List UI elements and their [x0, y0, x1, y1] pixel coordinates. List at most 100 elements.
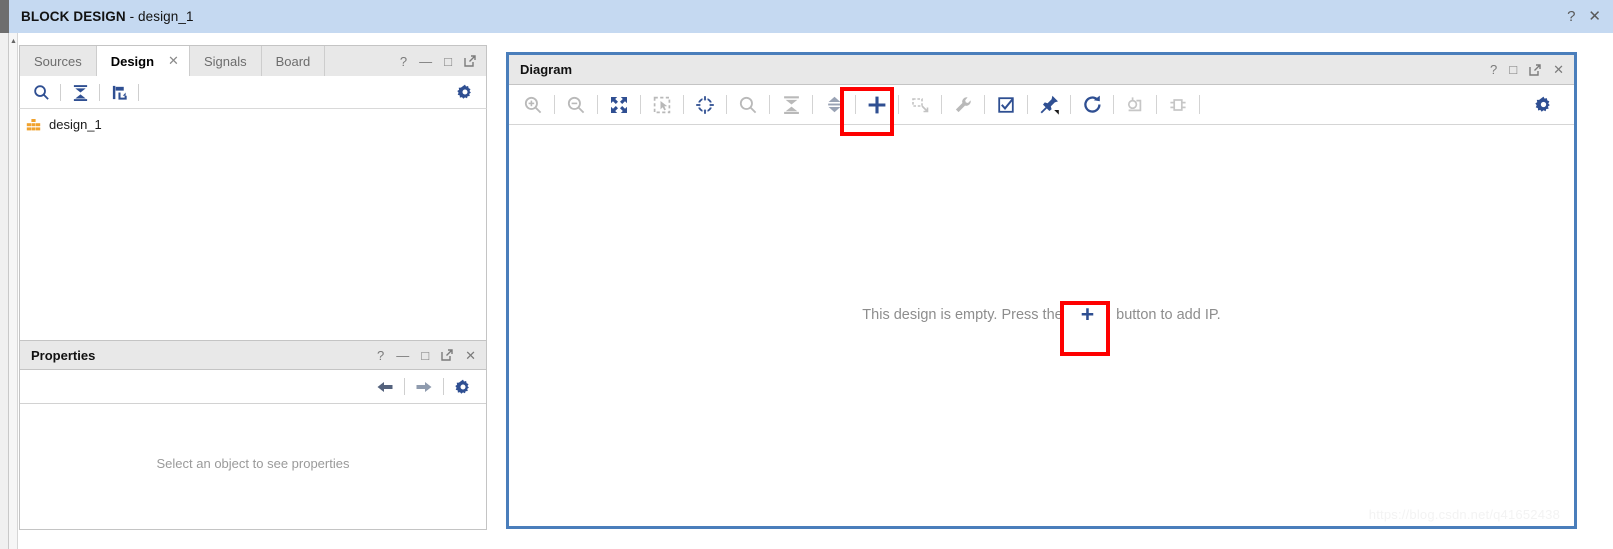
search-icon[interactable]: [732, 91, 764, 119]
left-panel-window-controls: ? — □: [390, 46, 486, 76]
window-controls: ? ✕: [1567, 9, 1601, 24]
tab-sources-label: Sources: [34, 53, 82, 69]
toolbar-separator: [726, 95, 727, 114]
collapse-all-icon[interactable]: [775, 91, 807, 119]
close-icon[interactable]: ✕: [1553, 63, 1564, 76]
page-title: BLOCK DESIGN - design_1: [21, 9, 194, 24]
float-icon[interactable]: [1529, 63, 1541, 76]
tab-design-close-icon[interactable]: ✕: [160, 46, 190, 76]
properties-toolbar: [20, 370, 486, 404]
expand-hierarchy-icon[interactable]: [106, 80, 132, 104]
toolbar-separator: [443, 378, 444, 395]
close-icon[interactable]: ✕: [465, 349, 476, 362]
clock-wizard-icon[interactable]: [1119, 91, 1151, 119]
add-ip-icon[interactable]: [861, 91, 893, 119]
diagram-canvas[interactable]: This design is empty. Press the + button t…: [509, 125, 1574, 526]
toolbar-separator: [1113, 95, 1114, 114]
add-module-icon[interactable]: [904, 91, 936, 119]
help-icon[interactable]: ?: [1490, 63, 1497, 76]
help-icon[interactable]: ?: [1567, 9, 1575, 24]
block-design-icon: [26, 118, 41, 131]
toolbar-separator: [683, 95, 684, 114]
empty-design-message: This design is empty. Press the + button t…: [862, 301, 1221, 327]
minimize-icon[interactable]: —: [419, 54, 432, 69]
left-rail-gutter[interactable]: [9, 33, 18, 549]
gear-icon[interactable]: [452, 80, 478, 104]
empty-message-before: This design is empty. Press the: [862, 307, 1063, 323]
zoom-area-icon[interactable]: [646, 91, 678, 119]
zoom-in-icon[interactable]: [517, 91, 549, 119]
properties-empty-message: Select an object to see properties: [156, 456, 350, 471]
settings-wrench-icon[interactable]: [947, 91, 979, 119]
properties-panel-title: Properties: [31, 347, 96, 363]
arrow-left-icon[interactable]: [372, 375, 398, 399]
toolbar-separator: [984, 95, 985, 114]
page-title-sub: - design_1: [125, 9, 194, 24]
close-icon[interactable]: ✕: [1588, 9, 1601, 24]
gear-icon[interactable]: [450, 375, 476, 399]
watermark-text: https://blog.csdn.net/q41652438: [1368, 507, 1560, 522]
collapse-all-icon[interactable]: [67, 80, 93, 104]
properties-window-controls: ? — □ ✕: [377, 349, 476, 362]
diagram-panel-title: Diagram: [520, 62, 573, 77]
toolbar-separator: [99, 83, 100, 101]
toolbar-separator: [1070, 95, 1071, 114]
tab-signals[interactable]: Signals: [190, 46, 262, 76]
float-icon[interactable]: [464, 55, 476, 67]
tab-design-label: Design: [110, 53, 155, 69]
toolbar-separator: [941, 95, 942, 114]
zoom-out-icon[interactable]: [560, 91, 592, 119]
block-design-window: ▲ BLOCK DESIGN - design_1 ? ✕ Sources De…: [0, 0, 1613, 549]
window-title-bar: BLOCK DESIGN - design_1 ? ✕: [9, 0, 1613, 33]
tab-signals-label: Signals: [203, 53, 247, 69]
toolbar-separator: [769, 95, 770, 114]
tab-board[interactable]: Board: [262, 46, 326, 76]
arrow-right-icon[interactable]: [411, 375, 437, 399]
left-rail-header-block: [0, 0, 9, 33]
left-rail: [0, 0, 9, 549]
validate-design-icon[interactable]: [990, 91, 1022, 119]
help-icon[interactable]: ?: [377, 349, 384, 362]
minimize-icon[interactable]: —: [396, 349, 409, 362]
properties-panel-header: Properties ? — □ ✕: [20, 341, 486, 370]
zoom-fit-icon[interactable]: [603, 91, 635, 119]
tree-item-label: design_1: [49, 117, 102, 132]
diagram-window-controls: ? □ ✕: [1490, 63, 1564, 76]
toolbar-separator: [640, 95, 641, 114]
tab-board-label: Board: [275, 53, 311, 69]
help-icon[interactable]: ?: [400, 54, 407, 69]
toolbar-separator: [1027, 95, 1028, 114]
pin-icon[interactable]: [1033, 91, 1065, 119]
center-view-icon[interactable]: [689, 91, 721, 119]
toolbar-separator: [60, 83, 61, 101]
expand-resize-icon[interactable]: [818, 91, 850, 119]
toolbar-separator: [404, 378, 405, 395]
tree-item-design_1[interactable]: design_1: [20, 115, 486, 134]
tab-design[interactable]: Design: [96, 46, 161, 76]
tab-sources[interactable]: Sources: [20, 46, 97, 76]
toolbar-separator: [855, 95, 856, 114]
toolbar-separator: [1199, 95, 1200, 114]
toolbar-separator: [554, 95, 555, 114]
toolbar-separator: [1156, 95, 1157, 114]
regenerate-layout-icon[interactable]: [1076, 91, 1108, 119]
properties-panel: Properties ? — □ ✕ Select an object to s…: [19, 340, 487, 530]
diagram-toolbar: [509, 85, 1574, 125]
search-icon[interactable]: [28, 80, 54, 104]
float-icon[interactable]: [441, 349, 453, 361]
toolbar-separator: [898, 95, 899, 114]
maximize-icon[interactable]: □: [1509, 63, 1517, 76]
maximize-icon[interactable]: □: [421, 349, 429, 362]
toolbar-separator: [138, 83, 139, 101]
rail-scroll-up-icon[interactable]: ▲: [10, 38, 17, 45]
design-tab-strip: Sources Design ✕ Signals Board ? — □: [19, 45, 487, 76]
diagram-settings-button[interactable]: [1535, 96, 1552, 113]
left-column: Sources Design ✕ Signals Board ? — □ des…: [19, 45, 487, 360]
design-hierarchy-tree[interactable]: design_1: [19, 109, 487, 360]
toolbar-separator: [812, 95, 813, 114]
empty-message-after: button to add IP.: [1116, 307, 1221, 323]
diagram-panel: Diagram ? □ ✕ This design is empty. Pres…: [506, 52, 1577, 529]
maximize-icon[interactable]: □: [444, 54, 452, 69]
interface-block-icon[interactable]: [1162, 91, 1194, 119]
toolbar-separator: [597, 95, 598, 114]
